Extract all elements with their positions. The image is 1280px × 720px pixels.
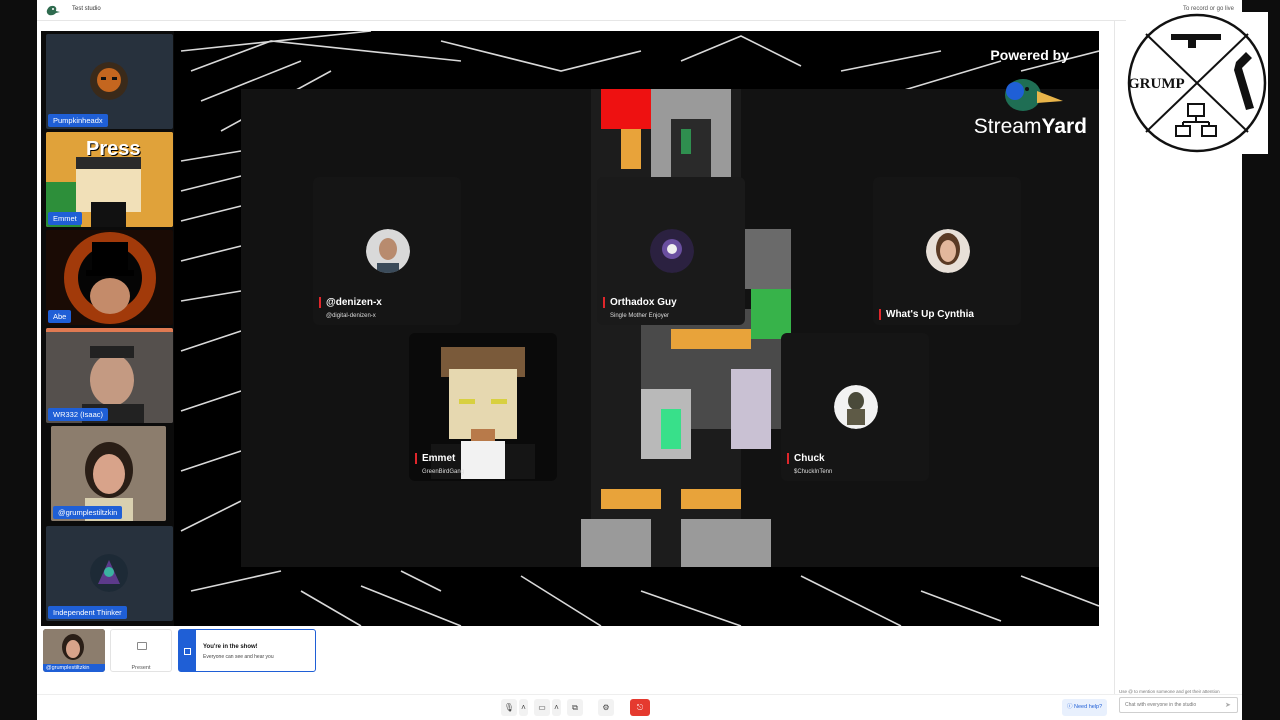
- guest-subtitle: Single Mother Enjoyer: [610, 313, 670, 319]
- notice-title: You're in the show!: [203, 644, 258, 650]
- camera-icon: ▭: [538, 703, 546, 712]
- leave-icon: ⎋: [636, 703, 644, 712]
- participant-avatar: [90, 62, 128, 100]
- studio-title: Test studio: [72, 6, 101, 12]
- guest-name: What's Up Cynthia: [879, 309, 974, 320]
- powered-by-text: Powered by: [990, 47, 1069, 63]
- present-icon: [137, 642, 147, 650]
- self-preview[interactable]: @grumplestiltzkin: [43, 629, 105, 672]
- self-name: @grumplestiltzkin: [43, 664, 105, 672]
- top-bar: Test studio To record or go live: [37, 0, 1242, 21]
- guest-subtitle: GreenBirdGang: [422, 469, 465, 475]
- participant-name: Independent Thinker: [48, 606, 127, 619]
- guest-card[interactable]: What's Up Cynthia: [873, 177, 1021, 325]
- camera-options-button[interactable]: ˄: [552, 699, 561, 716]
- bottom-controls: 🎙 ˄ ▭ ˄ ⧉ ⚙ ⎋ ⓘ Need help?: [37, 694, 1242, 720]
- guest-name: @denizen-x: [319, 297, 382, 308]
- present-label: Present: [131, 665, 151, 671]
- guest-card[interactable]: Orthadox Guy Single Mother Enjoyer: [597, 177, 745, 325]
- settings-button[interactable]: ⚙: [598, 699, 614, 716]
- in-show-notice: You're in the show! Everyone can see and…: [178, 629, 316, 672]
- participant-tile[interactable]: Abe: [46, 230, 173, 325]
- notice-body: Everyone can see and hear you: [203, 654, 274, 660]
- brand-yard: Yard: [1041, 115, 1087, 138]
- send-icon[interactable]: ➤: [1225, 701, 1231, 709]
- participant-tile[interactable]: Pumpkinheadx: [46, 34, 173, 129]
- chevron-up-icon: ˄: [521, 703, 526, 712]
- participant-name: Pumpkinheadx: [48, 114, 108, 127]
- broadcast-stage: Pumpkinheadx Press Emmet Abe WR332 (Isaa…: [41, 31, 1099, 626]
- guest-name: Emmet: [415, 453, 455, 464]
- guest-card[interactable]: Emmet GreenBirdGang: [409, 333, 557, 481]
- chat-input[interactable]: [1119, 697, 1238, 713]
- guest-subtitle: $ChuckInTenn: [794, 469, 833, 475]
- participant-name: Emmet: [48, 212, 82, 225]
- streamyard-duck-logo: [1005, 79, 1063, 111]
- participant-name: @grumplestiltzkin: [53, 506, 123, 519]
- chevron-up-icon: ˄: [554, 703, 559, 712]
- streamyard-logo-icon[interactable]: [45, 4, 61, 17]
- camera-button[interactable]: ▭: [534, 699, 550, 716]
- guest-subtitle: @digital-denizen-x: [326, 313, 376, 319]
- guest-card[interactable]: Chuck $ChuckInTenn: [781, 333, 929, 481]
- notice-icon: [184, 648, 191, 655]
- guest-name: Orthadox Guy: [603, 297, 677, 308]
- microphone-icon: 🎙: [503, 703, 515, 712]
- notice-bar: [179, 630, 196, 671]
- under-stage-strip: @grumplestiltzkin Present You're in the …: [41, 628, 1101, 678]
- participant-name: WR332 (Isaac): [48, 408, 109, 421]
- brand-stream: Stream: [973, 115, 1042, 138]
- leave-studio-button[interactable]: ⎋: [630, 699, 650, 716]
- participant-tile[interactable]: Independent Thinker: [46, 526, 173, 621]
- guest-avatar: [366, 229, 410, 273]
- present-button[interactable]: Present: [110, 629, 172, 672]
- help-icon: ⓘ: [1067, 704, 1075, 710]
- grump-logo-text: GRUMP: [1128, 76, 1185, 92]
- guest-card[interactable]: @denizen-x @digital-denizen-x: [313, 177, 461, 325]
- settings-icon: ⚙: [602, 703, 610, 712]
- guest-avatar: [834, 385, 878, 429]
- guest-name: Chuck: [787, 453, 825, 464]
- participant-tile[interactable]: Press Emmet: [46, 132, 173, 227]
- studio-app: Test studio To record or go live Pumpkin…: [37, 0, 1242, 720]
- participant-tile[interactable]: WR332 (Isaac): [46, 328, 173, 423]
- participant-sidebar: Pumpkinheadx Press Emmet Abe WR332 (Isaa…: [41, 31, 174, 626]
- participant-avatar: [90, 554, 128, 592]
- microphone-button[interactable]: 🎙: [501, 699, 517, 716]
- participant-name: Abe: [48, 310, 72, 323]
- participant-tile[interactable]: @grumplestiltzkin: [51, 426, 166, 521]
- mic-options-button[interactable]: ˄: [519, 699, 528, 716]
- guest-avatar: [650, 229, 694, 273]
- guest-avatar: [926, 229, 970, 273]
- grump-overlay-logo: GRUMP: [1126, 12, 1268, 154]
- share-screen-icon: ⧉: [572, 703, 578, 712]
- help-label: Need help?: [1074, 704, 1103, 710]
- need-help-button[interactable]: ⓘ Need help?: [1062, 699, 1108, 716]
- chat-hint: Use @ to mention someone and get their a…: [1119, 689, 1220, 694]
- participant-overlay-text: Press: [86, 138, 141, 160]
- streamyard-brand: StreamYard: [974, 115, 1087, 139]
- share-screen-button[interactable]: ⧉: [567, 699, 583, 716]
- pixel-robot-background: [581, 89, 791, 567]
